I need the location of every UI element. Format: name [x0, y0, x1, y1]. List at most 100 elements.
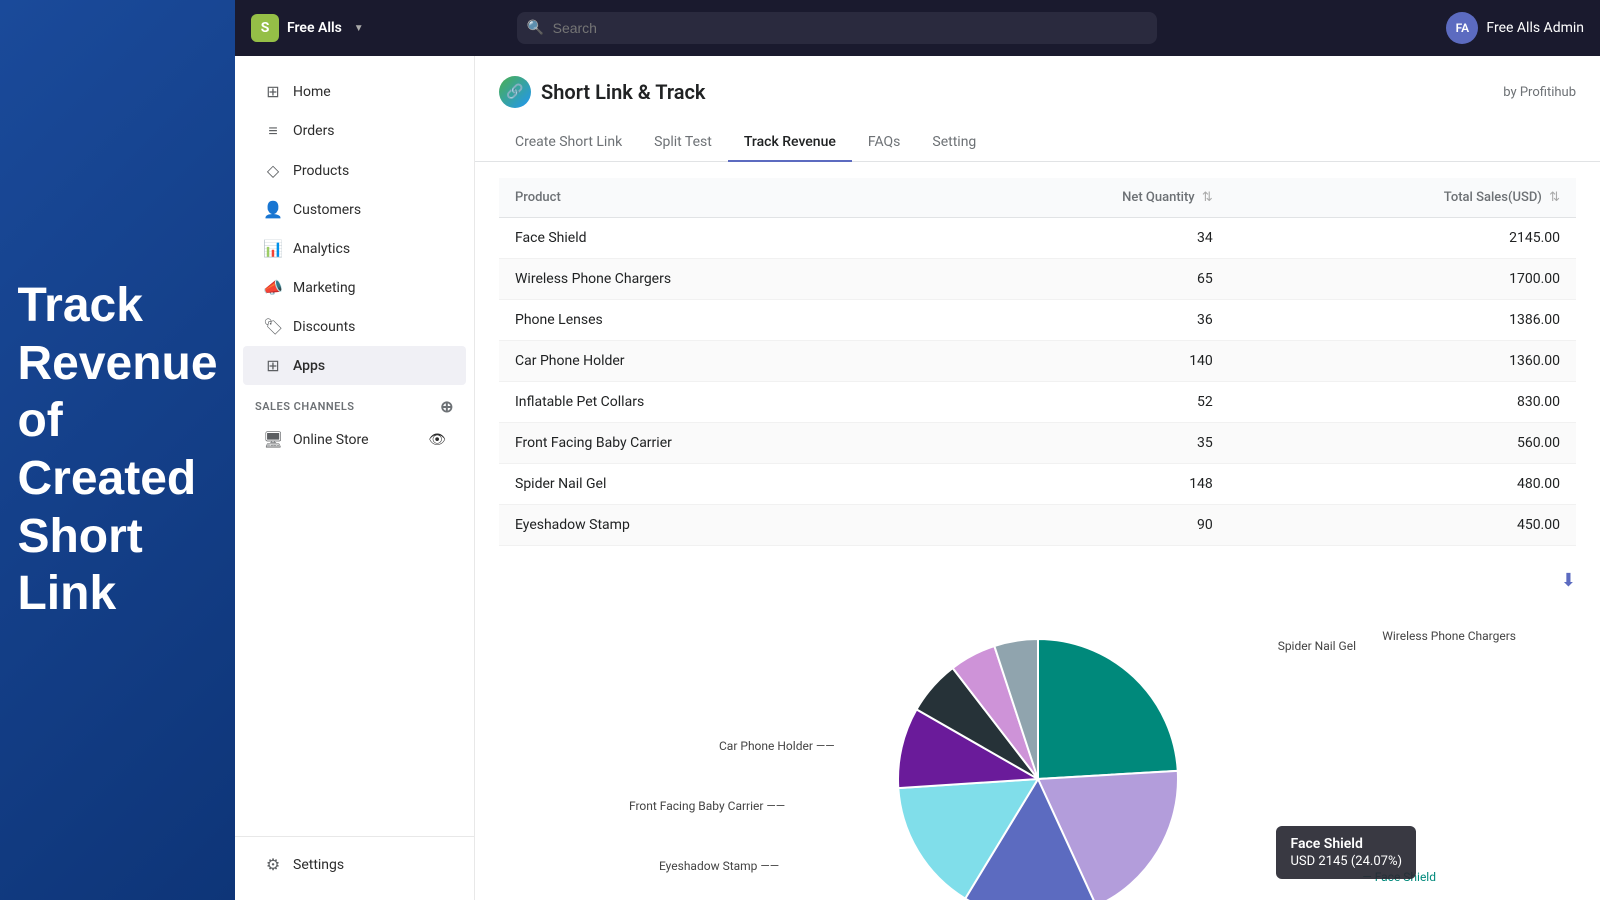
eye-icon: 👁: [428, 432, 446, 448]
sidebar-item-apps[interactable]: ⊞ Apps: [243, 346, 466, 385]
sidebar-bottom: ⚙ Settings: [235, 836, 474, 884]
col-total-sales: Total Sales(USD) ⇅: [1229, 178, 1576, 218]
app-title: Short Link & Track: [541, 80, 705, 104]
table-row: Spider Nail Gel 148 480.00: [499, 464, 1576, 505]
sort-icon: ⇅: [1202, 190, 1213, 205]
cell-net-qty: 52: [941, 382, 1228, 423]
cell-product: Wireless Phone Chargers: [499, 259, 941, 300]
sidebar-label-apps: Apps: [293, 358, 325, 374]
settings-icon: ⚙: [263, 855, 283, 874]
sales-channels-label: SALES CHANNELS: [255, 400, 355, 413]
sidebar-label-marketing: Marketing: [293, 280, 356, 296]
customers-icon: 👤: [263, 200, 283, 219]
analytics-icon: 📊: [263, 239, 283, 258]
pie-label-wireless-phone-chargers: Wireless Phone Chargers: [1382, 629, 1516, 643]
table-row: Phone Lenses 36 1386.00: [499, 300, 1576, 341]
sidebar-item-analytics[interactable]: 📊 Analytics: [243, 229, 466, 268]
sidebar-item-products[interactable]: ◇ Products: [243, 151, 466, 190]
pie-chart-container: Spider Nail Gel Wireless Phone Chargers …: [475, 599, 1600, 900]
cell-product: Phone Lenses: [499, 300, 941, 341]
online-store-icon: 🖥: [263, 430, 283, 449]
shopify-area: S Free Alls ▼ 🔍 FA Free Alls Admin ⊞ Hom…: [235, 0, 1600, 900]
revenue-table-container: Product Net Quantity ⇅ Total Sales(USD) …: [475, 162, 1600, 562]
chevron-down-icon: ▼: [354, 23, 364, 34]
shopify-icon: S: [251, 14, 279, 42]
cell-product: Spider Nail Gel: [499, 464, 941, 505]
app-logo: 🔗: [499, 76, 531, 108]
cell-product: Inflatable Pet Collars: [499, 382, 941, 423]
tab-setting[interactable]: Setting: [916, 124, 992, 162]
app-title-row: 🔗 Short Link & Track: [499, 76, 705, 108]
col-net-qty: Net Quantity ⇅: [941, 178, 1228, 218]
cell-product: Front Facing Baby Carrier: [499, 423, 941, 464]
pie-segment: [1038, 639, 1178, 779]
sort-icon-sales: ⇅: [1549, 190, 1560, 205]
sidebar-label-products: Products: [293, 163, 349, 179]
col-product: Product: [499, 178, 941, 218]
add-sales-channel-icon[interactable]: ⊕: [440, 397, 454, 416]
search-icon: 🔍: [527, 20, 544, 36]
cell-product: Face Shield: [499, 218, 941, 259]
user-menu[interactable]: FA Free Alls Admin: [1446, 12, 1584, 44]
cell-total-sales: 2145.00: [1229, 218, 1576, 259]
sidebar-label-home: Home: [293, 84, 331, 100]
cell-total-sales: 830.00: [1229, 382, 1576, 423]
pie-chart-svg: [848, 619, 1228, 900]
orders-icon: ≡: [263, 121, 283, 141]
store-logo[interactable]: S Free Alls ▼: [251, 14, 364, 42]
cell-net-qty: 148: [941, 464, 1228, 505]
cell-total-sales: 1360.00: [1229, 341, 1576, 382]
tooltip-value: USD 2145 (24.07%): [1290, 854, 1402, 869]
revenue-table: Product Net Quantity ⇅ Total Sales(USD) …: [499, 178, 1576, 546]
sidebar-label-discounts: Discounts: [293, 319, 355, 335]
sidebar-item-marketing[interactable]: 📣 Marketing: [243, 268, 466, 307]
online-store-label: Online Store: [293, 432, 369, 448]
table-row: Eyeshadow Stamp 90 450.00: [499, 505, 1576, 546]
cell-total-sales: 1386.00: [1229, 300, 1576, 341]
marketing-icon: 📣: [263, 278, 283, 297]
tab-split-test[interactable]: Split Test: [638, 124, 728, 162]
blue-panel-text: Track Revenue of Created Short Link: [17, 277, 217, 623]
download-area: ⬇: [475, 562, 1600, 599]
sidebar-label-customers: Customers: [293, 202, 361, 218]
cell-total-sales: 480.00: [1229, 464, 1576, 505]
download-button[interactable]: ⬇: [1561, 570, 1576, 591]
sidebar-item-customers[interactable]: 👤 Customers: [243, 190, 466, 229]
avatar: FA: [1446, 12, 1478, 44]
table-row: Inflatable Pet Collars 52 830.00: [499, 382, 1576, 423]
products-icon: ◇: [263, 161, 283, 180]
cell-total-sales: 560.00: [1229, 423, 1576, 464]
main-content: 🔗 Short Link & Track by Profitihub Creat…: [475, 56, 1600, 900]
sidebar-item-online-store[interactable]: 🖥 Online Store 👁: [243, 420, 466, 459]
cell-net-qty: 140: [941, 341, 1228, 382]
tab-create-short-link[interactable]: Create Short Link: [499, 124, 638, 162]
search-input[interactable]: [517, 12, 1157, 44]
user-name: Free Alls Admin: [1486, 20, 1584, 36]
sidebar-item-settings[interactable]: ⚙ Settings: [243, 845, 466, 884]
sidebar-item-home[interactable]: ⊞ Home: [243, 72, 466, 111]
pie-label-eyeshadow-stamp: Eyeshadow Stamp ——: [659, 859, 779, 873]
cell-total-sales: 1700.00: [1229, 259, 1576, 300]
pie-chart-wrapper: Spider Nail Gel Wireless Phone Chargers …: [499, 619, 1576, 900]
cell-net-qty: 90: [941, 505, 1228, 546]
cell-product: Eyeshadow Stamp: [499, 505, 941, 546]
tab-faqs[interactable]: FAQs: [852, 124, 917, 162]
cell-total-sales: 450.00: [1229, 505, 1576, 546]
pie-label-front-facing: Front Facing Baby Carrier ——: [629, 799, 785, 813]
pie-label-face-shield: — Face Shield: [1362, 870, 1436, 884]
search-bar: 🔍: [517, 12, 1157, 44]
content-area: ⊞ Home ≡ Orders ◇ Products 👤 Customers 📊…: [235, 56, 1600, 900]
app-header: 🔗 Short Link & Track by Profitihub: [475, 56, 1600, 108]
table-row: Front Facing Baby Carrier 35 560.00: [499, 423, 1576, 464]
sidebar-label-orders: Orders: [293, 123, 335, 139]
sidebar-item-discounts[interactable]: 🏷 Discounts: [243, 307, 466, 346]
by-profitihub: by Profitihub: [1503, 85, 1576, 100]
tab-track-revenue[interactable]: Track Revenue: [728, 124, 852, 162]
cell-net-qty: 65: [941, 259, 1228, 300]
tab-bar: Create Short Link Split Test Track Reven…: [475, 108, 1600, 162]
tooltip-title: Face Shield: [1290, 836, 1402, 852]
cell-net-qty: 36: [941, 300, 1228, 341]
sidebar-item-orders[interactable]: ≡ Orders: [243, 111, 466, 151]
discounts-icon: 🏷: [263, 317, 283, 336]
store-name: Free Alls: [287, 20, 342, 36]
